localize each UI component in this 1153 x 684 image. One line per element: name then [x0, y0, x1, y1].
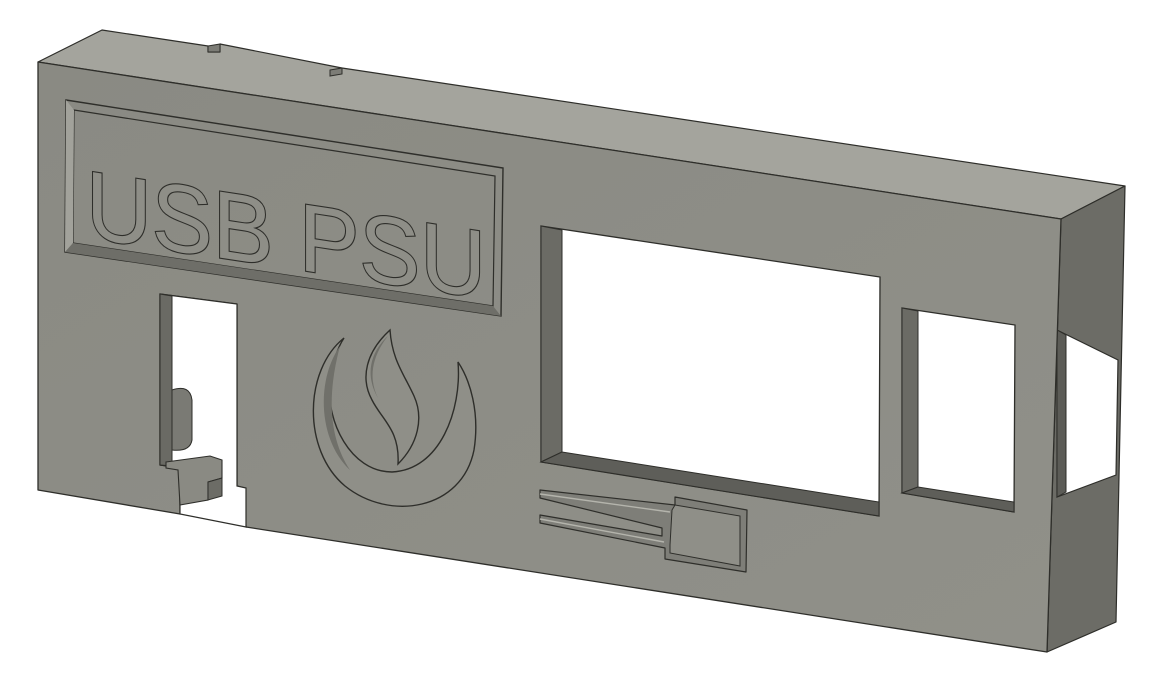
top-step [329, 67, 343, 77]
usb-psu-faceplate-model: USB PSU [37, 29, 1126, 653]
side-slot-wall [1056, 329, 1067, 498]
port-cutout-left-wall [901, 307, 919, 494]
port-cutout [901, 307, 1016, 513]
left-cutout-wall [159, 293, 173, 467]
cad-render-viewport: USB PSU [0, 0, 1153, 684]
label-frame-bevel [65, 100, 74, 252]
clip-knob [171, 387, 193, 451]
top-notch [207, 43, 221, 53]
screen-cutout-left-wall [540, 225, 563, 463]
clip-tab-face [207, 477, 223, 501]
